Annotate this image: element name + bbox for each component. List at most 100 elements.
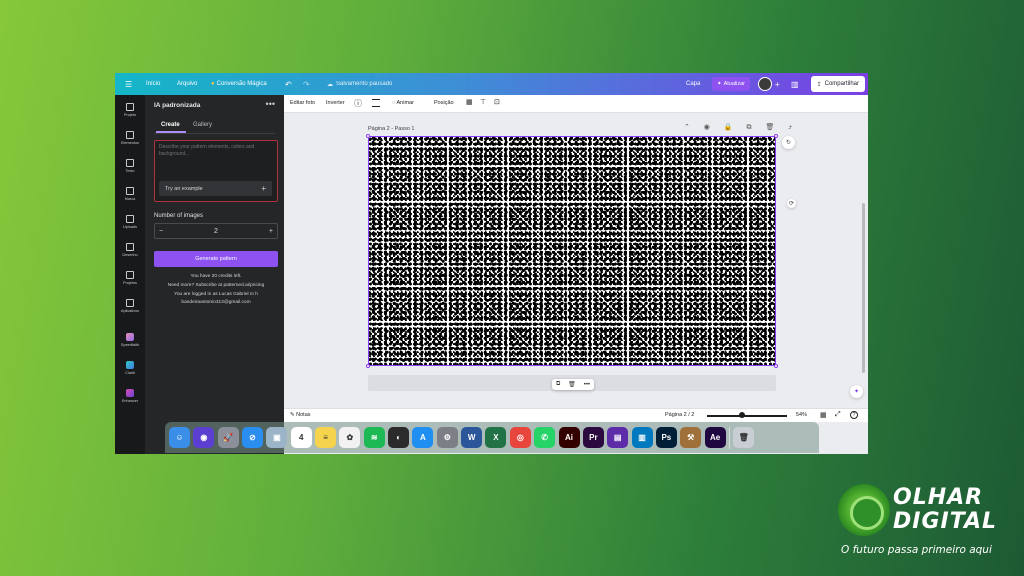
rail-item-label: Texto [125, 169, 135, 173]
dock-notes-icon[interactable]: ≡ [315, 427, 337, 448]
home-menu[interactable]: Início [146, 73, 160, 95]
fullscreen-icon[interactable]: ⤢ [835, 411, 841, 419]
dock-excel-icon[interactable]: X [485, 427, 507, 448]
rail-item-elementos[interactable]: Elementos [115, 131, 145, 145]
upgrade-label: Atualizar [723, 81, 746, 87]
dock-calendar-icon[interactable]: 4 [290, 427, 312, 448]
dock-premiere-icon[interactable]: Pr [582, 427, 604, 448]
dock-chrome-icon[interactable]: ◎ [509, 427, 531, 448]
rail-item-texto[interactable]: Texto [115, 159, 145, 173]
dock-preview-icon[interactable]: ▣ [266, 427, 288, 448]
resize-handle[interactable] [366, 364, 370, 368]
increment-button[interactable]: + [269, 228, 273, 235]
try-example-button[interactable]: Try an example + [159, 181, 272, 196]
watermark-title: OLHAR DIGITAL [893, 486, 997, 534]
dock-illustrator-icon[interactable]: Ai [558, 427, 580, 448]
add-collaborator-icon[interactable]: + [775, 73, 780, 95]
lines-icon[interactable] [372, 99, 380, 107]
share-button[interactable]: ⇪ Compartilhar [810, 76, 865, 92]
duplicate-icon[interactable]: ⧉ [556, 381, 560, 388]
dock-settings-icon[interactable]: ⚙ [436, 427, 458, 448]
rail-item-app3[interactable]: Enhancer [115, 389, 145, 403]
vertical-scrollbar[interactable] [862, 113, 866, 408]
dock-photos-icon[interactable]: ✿ [339, 427, 361, 448]
rail-item-app1[interactable]: Speedfaith [115, 333, 145, 347]
more-icon[interactable]: ••• [584, 382, 590, 388]
page-counter[interactable]: Página 2 / 2 [665, 412, 694, 418]
dock-launchpad-icon[interactable]: 🚀 [217, 427, 239, 448]
delete-icon[interactable]: 🗑 [568, 381, 576, 388]
more-options-icon[interactable]: ••• [266, 99, 275, 109]
rail-item-aplicativos[interactable]: Aplicativos [115, 299, 145, 313]
number-of-images-stepper: − 2 + [154, 223, 278, 239]
edit-photo-button[interactable]: Editar foto [290, 100, 315, 106]
insights-icon[interactable]: ▥ [791, 73, 799, 95]
position-button[interactable]: Posição [434, 100, 454, 106]
number-of-images-value[interactable]: 2 [214, 228, 218, 235]
rail-item-label: Uploads [123, 225, 137, 229]
rail-item-projeto[interactable]: Projeto [115, 103, 145, 117]
dock-appstore-icon[interactable]: A [412, 427, 434, 448]
dock-whatsapp-icon[interactable]: ✆ [534, 427, 556, 448]
dock-word-icon[interactable]: W [461, 427, 483, 448]
page-tools[interactable]: ⌃ ◉ 🔒 ⧉ 🗑 ⤴ [684, 123, 798, 132]
dock-iina-icon[interactable]: ▤ [607, 427, 629, 448]
resize-handle[interactable] [774, 364, 778, 368]
dock-utility-icon[interactable]: ⚒ [680, 427, 702, 448]
file-menu[interactable]: Arquivo [177, 73, 197, 95]
paint-roller-icon[interactable]: ⊤ [480, 98, 486, 106]
animate-button[interactable]: ◌ Animar [392, 100, 414, 106]
notes-button[interactable]: ✎ Notas [290, 412, 311, 418]
magic-switch-label: Conversão Mágica [216, 81, 267, 87]
info-icon[interactable]: ⓘ [354, 98, 362, 109]
tab-gallery[interactable]: Gallery [193, 122, 212, 128]
lock-icon[interactable]: ⊡ [494, 98, 500, 106]
avatar[interactable] [758, 77, 772, 91]
dock-photoshop-icon[interactable]: Ps [655, 427, 677, 448]
flip-button[interactable]: Inverter [326, 100, 345, 106]
undo-icon[interactable]: ↶ [285, 73, 292, 95]
dock-siri-icon[interactable]: ◉ [193, 427, 215, 448]
resize-handle[interactable] [366, 134, 370, 138]
zoom-slider[interactable] [707, 415, 787, 417]
upgrade-button[interactable]: ✦ Atualizar [712, 77, 751, 91]
editor-toolbar: Editar foto Inverter ⓘ ◌ Animar Posição … [284, 95, 868, 113]
rail-item-marca[interactable]: Marca [115, 187, 145, 201]
rail-item-label: Elementos [121, 141, 139, 145]
rail-item-desenho[interactable]: Desenho [115, 243, 145, 257]
zoom-slider-knob[interactable] [739, 412, 745, 418]
page-title[interactable]: Página 2 - Passo 1 [368, 126, 414, 132]
generate-pattern-button[interactable]: Generate pattern [154, 251, 278, 267]
dock-spotify-icon[interactable]: ≋ [363, 427, 385, 448]
resize-handle[interactable] [774, 134, 778, 138]
decrement-button[interactable]: − [159, 228, 163, 235]
rail-item-uploads[interactable]: Uploads [115, 215, 145, 229]
magic-switch-button[interactable]: ● Conversão Mágica [211, 73, 267, 95]
scrollbar-thumb[interactable] [862, 203, 865, 373]
pattern-prompt-input[interactable] [159, 144, 273, 172]
redo-icon[interactable]: ↷ [303, 73, 310, 95]
dock-finder-icon[interactable]: ☺ [169, 427, 190, 448]
transparency-icon[interactable]: ▦ [466, 98, 473, 106]
refresh-icon[interactable]: ↻ [782, 136, 795, 149]
elements-icon [126, 131, 134, 139]
help-icon[interactable]: ? [850, 411, 858, 419]
rail-item-label: Clariti [125, 371, 135, 375]
rail-item-label: Projeto [123, 113, 137, 117]
subscribe-link[interactable]: Need more? Subscribe at patterned.ai/pri… [151, 283, 281, 288]
dock-safari-icon[interactable]: ⊘ [242, 427, 264, 448]
dock-trash-icon[interactable]: 🗑 [733, 427, 755, 448]
menu-icon[interactable]: ☰ [125, 73, 132, 95]
dock-aftereffects-icon[interactable]: Ae [704, 427, 726, 448]
rotate-icon[interactable]: ⟳ [787, 199, 796, 208]
dock-davinci-icon[interactable]: ◐ [388, 427, 410, 448]
dock-trello-icon[interactable]: ▥ [631, 427, 653, 448]
pattern-image[interactable] [366, 134, 778, 368]
app2-icon [126, 361, 134, 369]
rail-item-app2[interactable]: Clariti [115, 361, 145, 375]
zoom-level[interactable]: 54% [796, 412, 807, 418]
tab-create[interactable]: Create [156, 122, 186, 133]
grid-view-icon[interactable]: ▦ [820, 411, 827, 419]
rail-item-projetos[interactable]: Projetos [115, 271, 145, 285]
document-title[interactable]: Capa [686, 73, 700, 95]
